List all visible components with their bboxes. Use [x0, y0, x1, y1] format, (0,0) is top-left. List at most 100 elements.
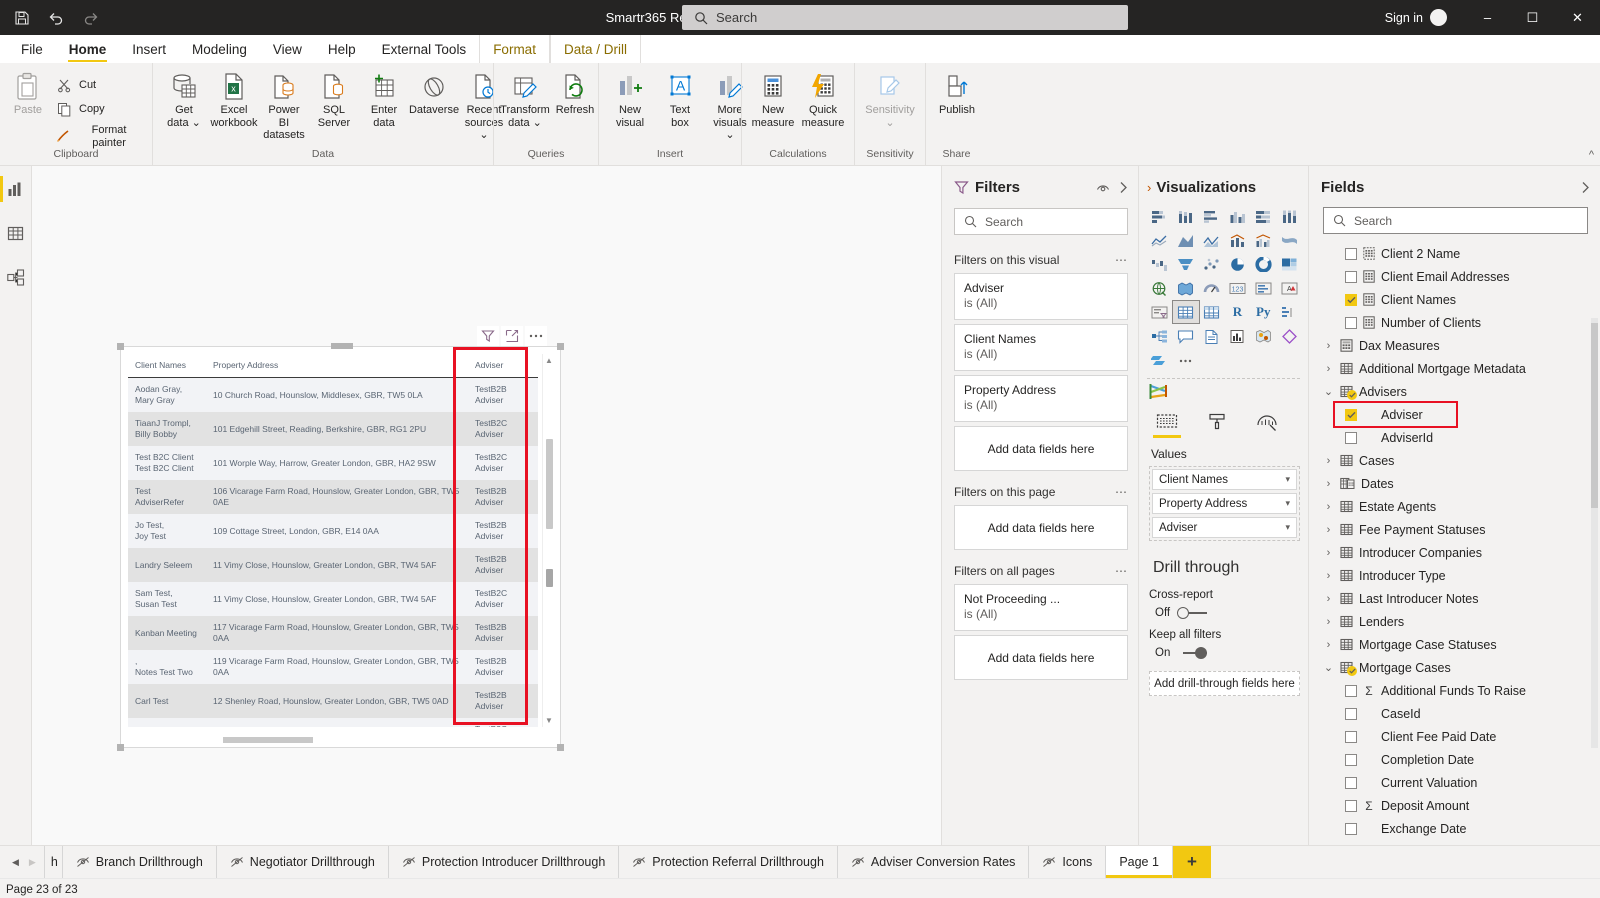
ribbon-tab-help[interactable]: Help: [315, 35, 369, 63]
fields-tab[interactable]: [1153, 413, 1181, 438]
table-row[interactable]: , Notes Test Two 119 Vicarage Farm Road,…: [128, 650, 538, 684]
collapse-pane-icon[interactable]: [1119, 181, 1128, 194]
power-apps-icon[interactable]: [1276, 325, 1302, 347]
field-item-additional-funds-to-raise[interactable]: Σ Additional Funds To Raise: [1309, 679, 1600, 702]
transform-data-button[interactable]: Transform data ⌄: [500, 67, 550, 129]
page-tab-adviser-conversion-rates[interactable]: Adviser Conversion Rates: [837, 846, 1030, 878]
card-icon[interactable]: 123: [1225, 277, 1251, 299]
qa-visual-icon[interactable]: [1173, 325, 1199, 347]
clustered-column-chart-icon[interactable]: [1225, 205, 1251, 227]
field-table-introducer-companies[interactable]: › Introducer Companies: [1309, 541, 1600, 564]
field-item-deposit-amount[interactable]: Σ Deposit Amount: [1309, 794, 1600, 817]
get-more-visuals-icon[interactable]: [1147, 349, 1173, 371]
well-item-property-address[interactable]: Property Address ▾: [1152, 493, 1297, 514]
chevron-down-icon[interactable]: ▾: [1285, 474, 1290, 485]
filter-dropzone-page[interactable]: Add data fields here: [954, 505, 1128, 550]
drill-through-dropzone[interactable]: Add drill-through fields here: [1149, 671, 1300, 696]
field-checkbox[interactable]: [1345, 408, 1357, 421]
dataverse-button[interactable]: Dataverse: [409, 67, 459, 117]
field-table-mortgage-cases[interactable]: ⌄ Mortgage Cases: [1309, 656, 1600, 679]
smart-narrative-icon[interactable]: [1225, 325, 1251, 347]
ribbon-tab-data-drill[interactable]: Data / Drill: [549, 35, 641, 63]
chevron-down-icon[interactable]: ▾: [1285, 522, 1290, 533]
table-row[interactable]: Jo Test, Joy Test 109 Cottage Street, Lo…: [128, 514, 538, 548]
field-checkbox[interactable]: [1345, 270, 1357, 283]
filters-search-input[interactable]: Search: [954, 208, 1128, 235]
field-item-current-valuation[interactable]: Current Valuation: [1309, 771, 1600, 794]
chevron-right-icon[interactable]: ›: [1323, 501, 1334, 513]
field-item-adviser[interactable]: Adviser: [1309, 401, 1600, 428]
filter-card-adviser[interactable]: Adviser is (All): [954, 273, 1128, 320]
filter-icon[interactable]: [477, 326, 499, 346]
undo-icon[interactable]: [46, 8, 66, 28]
table-row[interactable]: Test B2C Client Test B2C Client 101 Worp…: [128, 446, 538, 480]
save-icon[interactable]: [12, 8, 32, 28]
powerbi-datasets-button[interactable]: Power BI datasets: [259, 67, 309, 142]
funnel-chart-icon[interactable]: [1173, 253, 1199, 275]
fields-search-input[interactable]: Search: [1323, 207, 1588, 234]
collapse-fields-pane-icon[interactable]: [1581, 181, 1590, 194]
field-checkbox[interactable]: [1345, 799, 1357, 812]
page-tab-icons[interactable]: Icons: [1029, 846, 1107, 878]
page-tab-page-1[interactable]: Page 1: [1106, 846, 1173, 878]
close-button[interactable]: ✕: [1555, 0, 1600, 35]
field-table-estate-agents[interactable]: › Estate Agents: [1309, 495, 1600, 518]
page-tab-negotiator-drillthrough[interactable]: Negotiator Drillthrough: [216, 846, 389, 878]
field-checkbox[interactable]: [1345, 247, 1357, 260]
chevron-right-icon[interactable]: ›: [1323, 524, 1334, 536]
donut-chart-icon[interactable]: [1250, 253, 1276, 275]
enter-data-button[interactable]: Enter data: [359, 67, 409, 129]
ribbon-tab-external-tools[interactable]: External Tools: [369, 35, 480, 63]
chevron-down-icon[interactable]: ⌄: [1323, 661, 1334, 674]
more-options-icon[interactable]: [1173, 349, 1199, 371]
slicer-icon[interactable]: [1147, 301, 1173, 323]
chevron-right-icon[interactable]: ›: [1323, 455, 1334, 467]
field-checkbox[interactable]: [1345, 776, 1357, 789]
collapse-ribbon-button[interactable]: ^: [1589, 149, 1594, 161]
field-table-last-introducer-notes[interactable]: › Last Introducer Notes: [1309, 587, 1600, 610]
table-visual[interactable]: Client Names Property Address Adviser Ao…: [117, 343, 564, 751]
field-item-adviserid[interactable]: AdviserId: [1309, 426, 1600, 449]
more-options-icon[interactable]: ⋯: [1115, 253, 1128, 267]
well-item-client-names[interactable]: Client Names ▾: [1152, 469, 1297, 490]
avatar[interactable]: [1430, 9, 1447, 26]
field-checkbox[interactable]: [1345, 753, 1357, 766]
page-tab-protection-introducer-drillthrough[interactable]: Protection Introducer Drillthrough: [388, 846, 620, 878]
waterfall-chart-icon[interactable]: [1147, 253, 1173, 275]
report-canvas[interactable]: Client Names Property Address Adviser Ao…: [32, 166, 941, 845]
values-field-well[interactable]: Client Names ▾ Property Address ▾ Advise…: [1149, 466, 1300, 541]
sensitivity-button[interactable]: Sensitivity ⌄: [861, 67, 919, 129]
new-visual-button[interactable]: New visual: [605, 67, 655, 129]
field-table-dax-measures[interactable]: › Dax Measures: [1309, 334, 1600, 357]
field-item-client-2-name[interactable]: Client 2 Name: [1309, 242, 1600, 265]
paginated-report-icon[interactable]: [1199, 325, 1225, 347]
page-tab-partial[interactable]: h: [44, 846, 63, 878]
scroll-down-arrow-icon[interactable]: ▼: [545, 716, 553, 725]
resize-handle-n[interactable]: [331, 343, 353, 349]
filter-dropzone-all-pages[interactable]: Add data fields here: [954, 635, 1128, 680]
field-checkbox[interactable]: [1345, 822, 1357, 835]
table-icon[interactable]: [1171, 300, 1200, 324]
maximize-button[interactable]: ☐: [1510, 0, 1555, 35]
field-table-lenders[interactable]: › Lenders: [1309, 610, 1600, 633]
field-checkbox[interactable]: [1345, 730, 1357, 743]
field-item-client-email-addresses[interactable]: Client Email Addresses: [1309, 265, 1600, 288]
chevron-right-icon[interactable]: ›: [1323, 340, 1334, 352]
well-item-adviser[interactable]: Adviser ▾: [1152, 517, 1297, 538]
stacked-column-chart-icon[interactable]: [1173, 205, 1199, 227]
fields-tree[interactable]: Client 2 Name Client Email Addresses Cli…: [1309, 238, 1600, 845]
filter-dropzone-visual[interactable]: Add data fields here: [954, 426, 1128, 471]
table-row[interactable]: Kanban Meeting 117 Vicarage Farm Road, H…: [128, 616, 538, 650]
field-table-additional-mortgage-metadata[interactable]: › Additional Mortgage Metadata: [1309, 357, 1600, 380]
cross-report-toggle-row[interactable]: Off: [1139, 604, 1308, 625]
ribbon-tab-insert[interactable]: Insert: [119, 35, 179, 63]
paste-button[interactable]: Paste: [6, 67, 50, 117]
sql-server-button[interactable]: SQL Server: [309, 67, 359, 129]
format-tab[interactable]: [1203, 413, 1231, 438]
focus-mode-icon[interactable]: [501, 326, 523, 346]
filled-map-icon[interactable]: [1173, 277, 1199, 299]
vertical-scroll-thumb-secondary[interactable]: [546, 569, 553, 587]
analytics-tab[interactable]: [1253, 413, 1281, 438]
get-data-button[interactable]: Get data ⌄: [159, 67, 209, 129]
table-grid[interactable]: Client Names Property Address Adviser Ao…: [128, 354, 538, 727]
